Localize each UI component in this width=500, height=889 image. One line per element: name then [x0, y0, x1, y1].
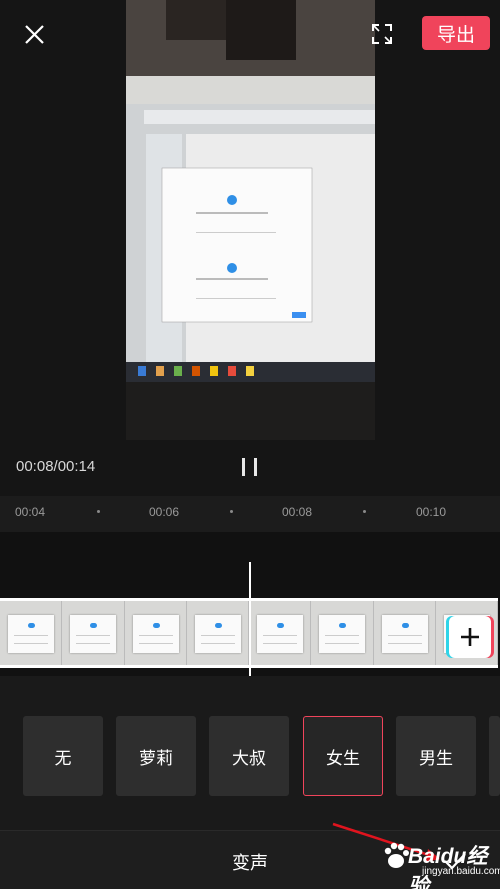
voice-option-female[interactable]: 女生: [303, 716, 383, 796]
video-preview[interactable]: [126, 0, 375, 440]
voice-option-more[interactable]: [489, 716, 500, 796]
time-ruler[interactable]: 00:04 00:06 00:08 00:10: [0, 496, 500, 532]
clip-thumbnail: [373, 601, 436, 665]
ruler-tick: 00:06: [149, 505, 180, 519]
clip-thumbnail: [186, 601, 249, 665]
pause-button[interactable]: [238, 456, 262, 478]
voice-effect-list: 无 萝莉 大叔 女生 男生: [0, 676, 500, 830]
ruler-tick: 00:08: [282, 505, 313, 519]
fullscreen-button[interactable]: [366, 18, 398, 50]
voice-option-uncle[interactable]: 大叔: [209, 716, 289, 796]
pause-icon-bar: [254, 458, 257, 476]
plus-icon: [461, 628, 479, 646]
pause-icon: [242, 458, 245, 476]
export-button[interactable]: 导出: [422, 16, 490, 50]
clip-thumbnail: [124, 601, 187, 665]
ruler-dot: [97, 510, 100, 513]
add-clip-button[interactable]: [449, 616, 491, 658]
video-frame-image: [126, 0, 375, 440]
ruler-dot: [230, 510, 233, 513]
preview-area: 导出 00:08/00:14: [0, 0, 500, 496]
voice-option-loli[interactable]: 萝莉: [116, 716, 196, 796]
playback-time: 00:08/00:14: [16, 458, 96, 475]
voice-option-none[interactable]: 无: [23, 716, 103, 796]
clip-thumbnail: [311, 601, 374, 665]
fullscreen-icon: [372, 24, 392, 44]
watermark-url: jingyan.baidu.com: [422, 866, 500, 877]
voice-option-male[interactable]: 男生: [396, 716, 476, 796]
clip-thumbnail: [249, 601, 312, 665]
close-button[interactable]: [18, 18, 50, 50]
playhead[interactable]: [249, 562, 251, 676]
ruler-dot: [363, 510, 366, 513]
clip-thumbnail: [62, 601, 125, 665]
ruler-tick: 00:04: [15, 505, 46, 519]
baidu-watermark: Baidu经验 jingyan.baidu.com: [382, 838, 500, 889]
ruler-tick: 00:10: [416, 505, 447, 519]
clip-thumbnail: [0, 601, 63, 665]
watermark-brand: Baidu经验: [408, 845, 488, 889]
baidu-paw-icon: [384, 842, 409, 868]
timeline-track[interactable]: [0, 532, 500, 676]
close-icon: [25, 25, 44, 44]
